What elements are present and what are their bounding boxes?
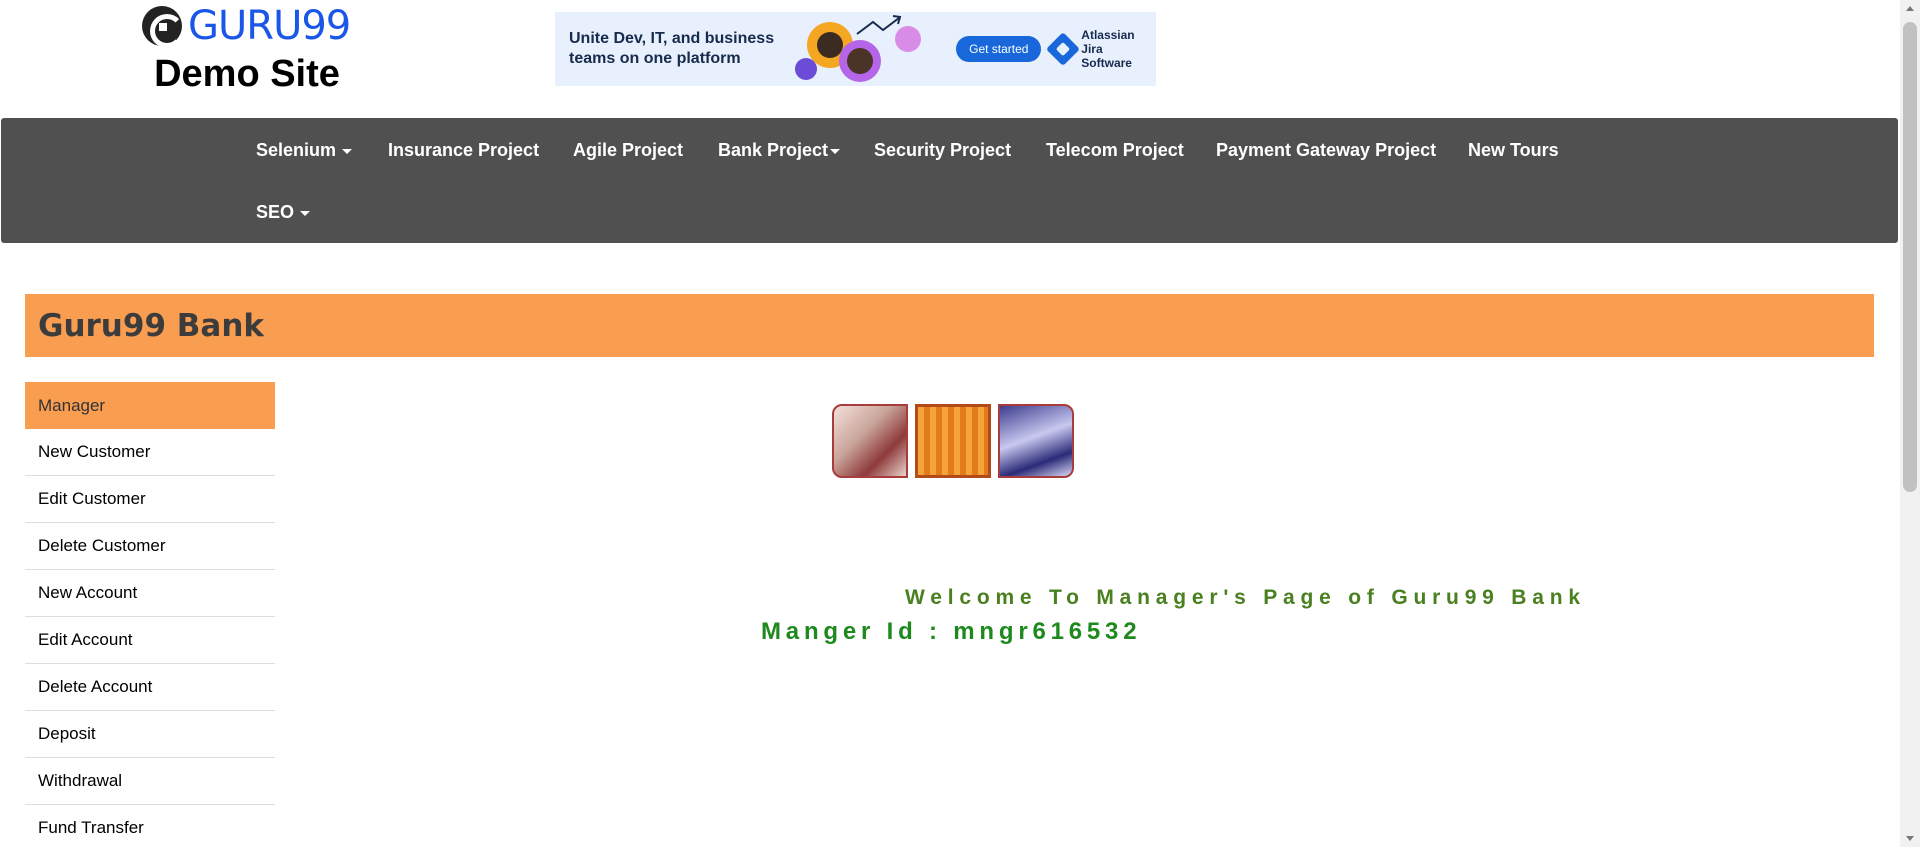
nav-insurance-project[interactable]: Insurance Project [388,139,539,161]
ad-trend-arrow-icon [856,15,902,35]
nav-new-tours[interactable]: New Tours [1468,139,1559,161]
ad-people-illustration [787,12,936,86]
sidebar-item-delete-customer[interactable]: Delete Customer [25,523,275,570]
scroll-down-icon[interactable] [1906,836,1914,841]
sidebar-item-edit-account[interactable]: Edit Account [25,617,275,664]
nav-bank-project-label: Bank Project [718,140,829,160]
caret-down-icon [342,148,353,154]
nav-seo[interactable]: SEO [256,201,311,223]
ad-brand-line1: Atlassian [1081,28,1135,42]
top-navbar: Selenium Insurance Project Agile Project… [1,118,1898,243]
sidebar-item-edit-customer[interactable]: Edit Customer [25,476,275,523]
banner-photo-person [832,404,908,478]
scroll-up-icon[interactable] [1906,6,1914,11]
nav-payment-gateway-project[interactable]: Payment Gateway Project [1216,139,1436,161]
ad-headline-line1: Unite Dev, IT, and business [569,30,775,47]
nav-seo-label: SEO [256,202,295,222]
ad-brand-line2: Jira Software [1081,42,1132,70]
sidebar-item-new-customer[interactable]: New Customer [25,429,275,476]
sidebar-menu: Manager New Customer Edit Customer Delet… [25,382,275,847]
nav-telecom-project[interactable]: Telecom Project [1046,139,1184,161]
nav-bank-project[interactable]: Bank Project [718,139,841,161]
nav-security-project[interactable]: Security Project [874,139,1011,161]
caret-down-icon [300,210,311,216]
sidebar-item-withdrawal[interactable]: Withdrawal [25,758,275,805]
ad-brand-text: Atlassian Jira Software [1081,28,1156,70]
bank-title-bar: Guru99 Bank [25,294,1874,357]
welcome-message: Welcome To Manager's Page of Guru99 Bank [905,586,1586,609]
ad-headline-line2: teams on one platform [569,50,741,67]
sidebar-item-new-account[interactable]: New Account [25,570,275,617]
sidebar-item-delete-account[interactable]: Delete Account [25,664,275,711]
banner-photo-woman [998,404,1074,478]
ad-brand: Atlassian Jira Software [1046,28,1156,70]
jira-icon [1046,32,1081,66]
caret-down-icon [830,148,841,154]
logo-row: GURU99 [142,4,352,48]
banner-photo-coins [915,404,991,478]
scrollbar-thumb[interactable] [1903,22,1917,492]
nav-agile-project[interactable]: Agile Project [573,139,683,161]
ad-banner[interactable]: Unite Dev, IT, and business teams on one… [555,12,1156,86]
ad-get-started-button[interactable]: Get started [956,36,1042,62]
sidebar-item-manager[interactable]: Manager [25,382,275,429]
logo-text: GURU99 [188,3,351,49]
manager-id: Manger Id : mngr616532 [761,618,1142,645]
bank-banner-images [832,404,1074,478]
ad-headline: Unite Dev, IT, and business teams on one… [569,29,777,69]
sidebar-item-deposit[interactable]: Deposit [25,711,275,758]
nav-selenium-label: Selenium [256,140,337,160]
logo-subtitle: Demo Site [154,53,340,95]
guru99-logo[interactable]: GURU99 Demo Site [142,4,352,94]
guru99-logo-icon [142,6,184,48]
page: GURU99 Demo Site Unite Dev, IT, and busi… [0,0,1920,847]
bank-title: Guru99 Bank [38,308,265,344]
page-scrollbar[interactable] [1900,0,1920,847]
nav-selenium[interactable]: Selenium [256,139,353,161]
sidebar-item-fund-transfer[interactable]: Fund Transfer [25,805,275,847]
